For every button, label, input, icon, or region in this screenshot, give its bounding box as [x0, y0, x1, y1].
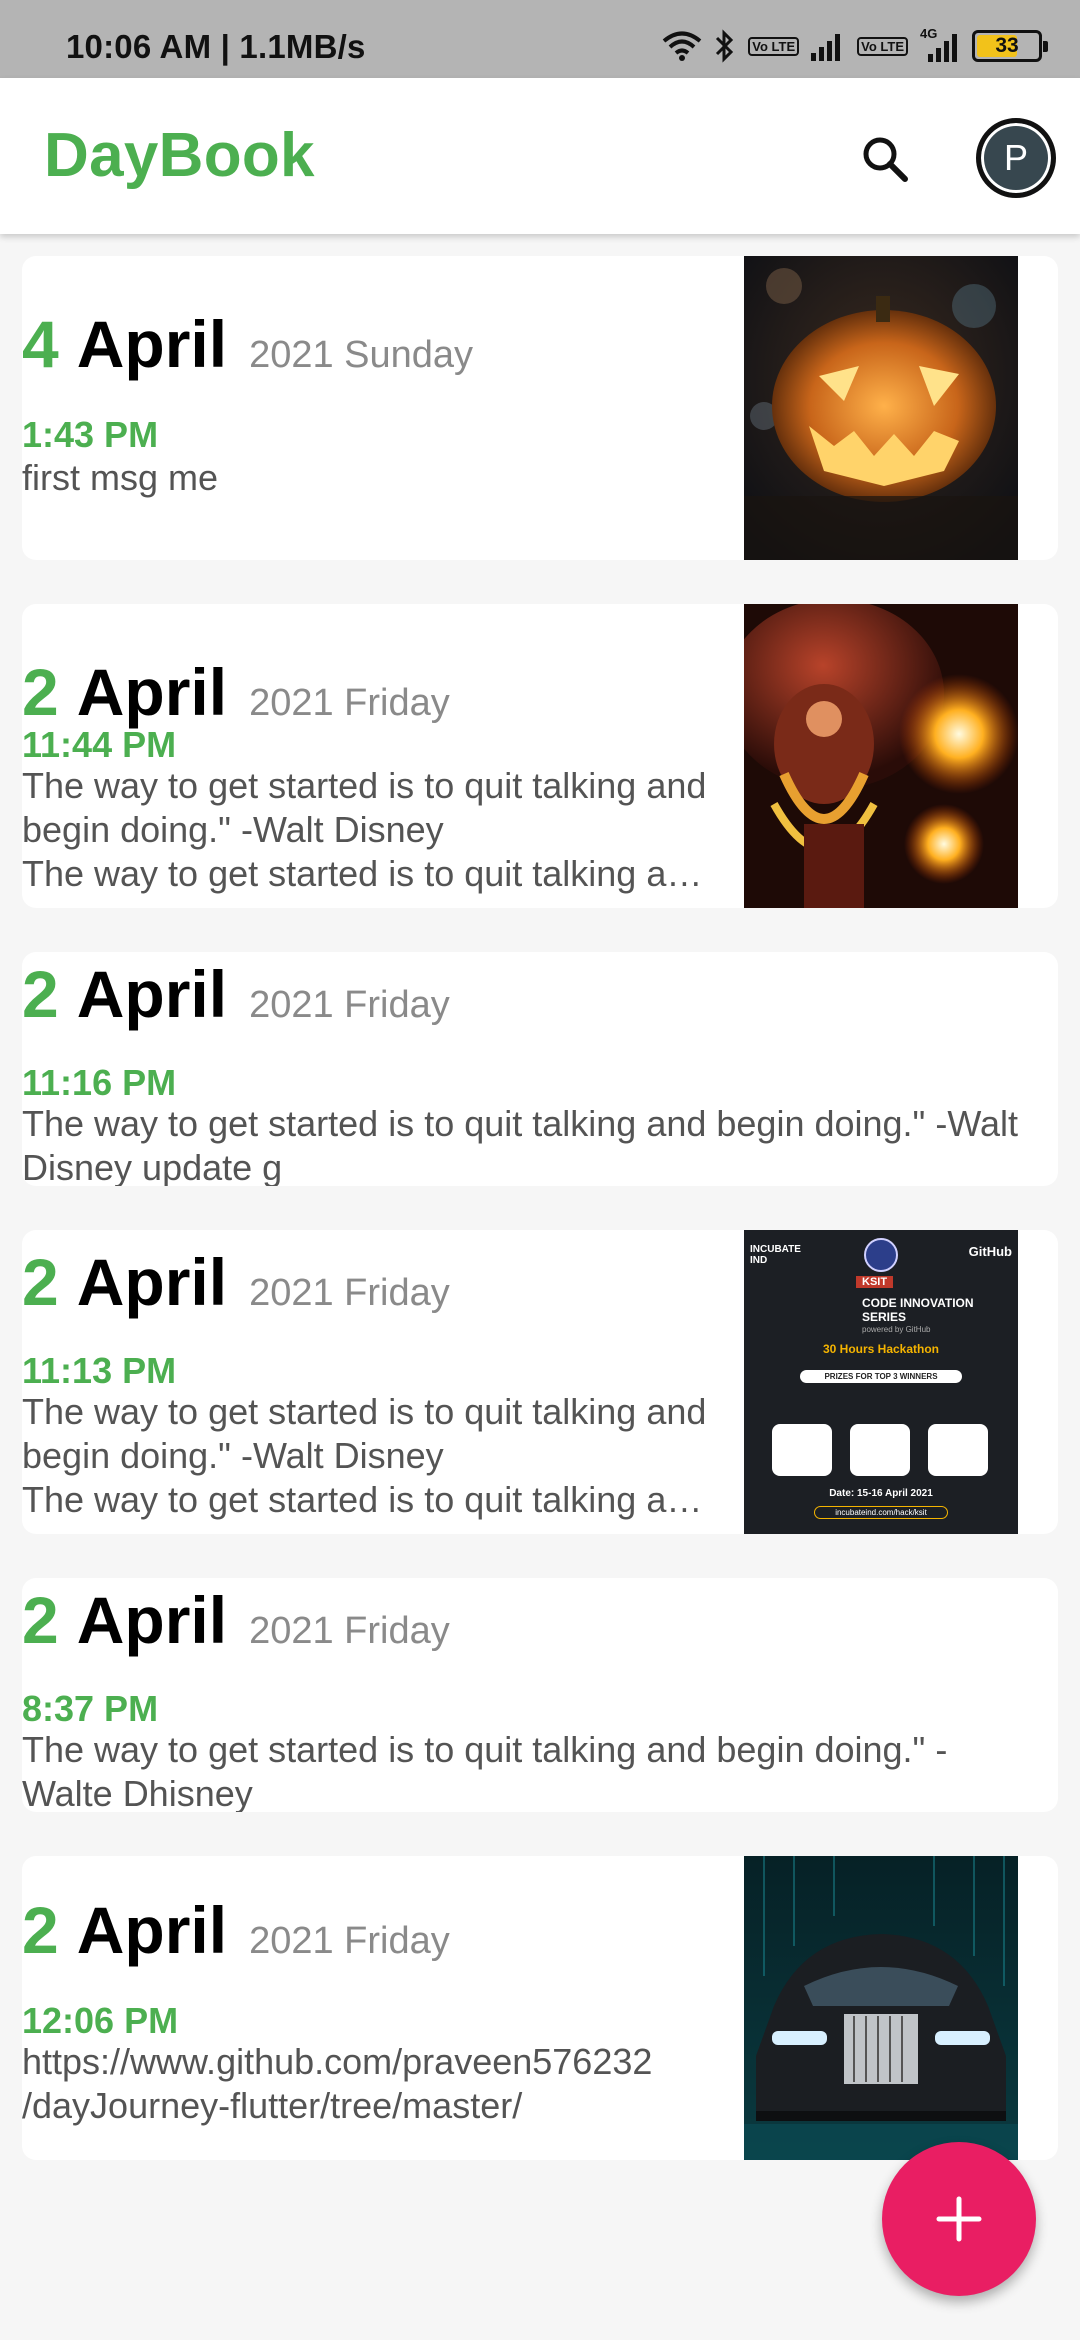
entry-year-weekday: 2021 Friday	[249, 1920, 450, 1962]
bluetooth-icon	[714, 29, 736, 63]
poster-prizes: PRIZES FOR TOP 3 WINNERS	[800, 1370, 962, 1383]
entry-text: The way to get started is to quit talkin…	[22, 1103, 1018, 1186]
avatar[interactable]: P	[976, 118, 1056, 198]
poster-logo	[864, 1238, 898, 1272]
poster-powered: powered by GitHub	[862, 1325, 931, 1334]
entry-time: 11:44 PM	[22, 724, 177, 765]
rolls-royce-photo	[744, 1856, 1018, 2160]
search-icon	[863, 137, 908, 182]
entry-text: The way to get started is to quit talkin…	[22, 1391, 707, 1520]
add-entry-button[interactable]	[882, 2142, 1036, 2296]
jack-o-lantern-photo	[744, 256, 1018, 560]
entry-card[interactable]: 2 April 2021 Friday 11:13 PM The way to …	[22, 1230, 1058, 1534]
entry-text: The way to get started is to quit talkin…	[22, 1729, 948, 1812]
entry-card[interactable]: 2 April 2021 Friday 12:06 PM https://www…	[22, 1856, 1058, 2160]
volte-icon: Vo LTE	[857, 36, 908, 56]
entry-thumbnail[interactable]	[744, 604, 1018, 908]
entry-day: 2	[22, 957, 59, 1031]
entry-card[interactable]: 2 April 2021 Friday 8:37 PM The way to g…	[22, 1578, 1058, 1812]
4g-signal-icon: 4G	[920, 26, 960, 62]
entry-month: April	[76, 307, 228, 381]
poster-brand-right: GitHub	[968, 1244, 1012, 1259]
entry-day: 2	[22, 1245, 59, 1319]
entry-day: 2	[22, 655, 59, 729]
theyyam-fire-photo	[744, 604, 1018, 908]
entry-day: 2	[22, 1583, 59, 1657]
entry-year-weekday: 2021 Sunday	[249, 334, 474, 376]
entry-month: April	[76, 957, 228, 1031]
entry-year-weekday: 2021 Friday	[249, 1272, 450, 1314]
entry-time: 1:43 PM	[22, 414, 159, 455]
prize-box	[772, 1424, 832, 1476]
search-button[interactable]	[850, 124, 920, 194]
plus-icon	[936, 2196, 982, 2242]
entry-year-weekday: 2021 Friday	[249, 1610, 450, 1652]
entry-card[interactable]: 4 April 2021 Sunday 1:43 PM first msg me	[22, 256, 1058, 560]
app-bar: DayBook P	[0, 78, 1080, 234]
battery-level: 33	[995, 34, 1019, 57]
battery-icon: 33	[972, 30, 1048, 62]
entry-thumbnail[interactable]: INCUBATE IND GitHub KSIT CODE INNOVATION…	[744, 1230, 1018, 1534]
entry-time: 11:16 PM	[22, 1062, 177, 1103]
status-icons: Vo LTE Vo LTE 4G 33	[662, 26, 1048, 66]
avatar-letter: P	[1003, 137, 1028, 178]
poster-date: Date: 15-16 April 2021	[829, 1488, 933, 1499]
status-time: 10:06 AM | 1.1MB/s	[66, 28, 366, 65]
poster-series-line2: SERIES	[862, 1310, 907, 1324]
entry-time: 12:06 PM	[22, 2000, 179, 2041]
prize-box	[850, 1424, 910, 1476]
entry-month: April	[76, 655, 228, 729]
poster-event: 30 Hours Hackathon	[822, 1342, 940, 1356]
entry-time: 8:37 PM	[22, 1688, 159, 1729]
entry-month: April	[76, 1583, 228, 1657]
entry-month: April	[76, 1245, 228, 1319]
volte-icon: Vo LTE	[748, 36, 800, 56]
entry-year-weekday: 2021 Friday	[249, 682, 450, 724]
entry-day: 2	[22, 1893, 59, 1967]
entry-text: https://www.github.com/praveen576232 /da…	[22, 2041, 653, 2126]
status-bar: 10:06 AM | 1.1MB/s Vo LTE Vo LTE 4G 33	[0, 0, 1080, 78]
app-title: DayBook	[44, 121, 315, 190]
signal-icon	[811, 31, 845, 61]
prize-box	[928, 1424, 988, 1476]
entry-card[interactable]: 2 April 2021 Friday 11:16 PM The way to …	[22, 952, 1058, 1186]
hackathon-poster: INCUBATE IND GitHub KSIT CODE INNOVATION…	[744, 1230, 1018, 1534]
entry-year-weekday: 2021 Friday	[249, 984, 450, 1026]
wifi-icon	[662, 30, 702, 62]
entry-text: The way to get started is to quit talkin…	[22, 765, 707, 894]
entry-thumbnail[interactable]	[744, 256, 1018, 560]
entry-time: 11:13 PM	[22, 1350, 177, 1391]
poster-series-line1: CODE INNOVATION	[862, 1296, 974, 1310]
entry-month: April	[76, 1893, 228, 1967]
entry-day: 4	[22, 307, 59, 381]
entry-card[interactable]: 2 April 2021 Friday 11:44 PM The way to …	[22, 604, 1058, 908]
poster-url: incubateind.com/hack/ksit	[814, 1506, 948, 1519]
entry-text: first msg me	[22, 457, 219, 498]
poster-brand-left: INCUBATE IND	[750, 1244, 801, 1266]
entry-thumbnail[interactable]	[744, 1856, 1018, 2160]
poster-college: KSIT	[856, 1276, 894, 1288]
